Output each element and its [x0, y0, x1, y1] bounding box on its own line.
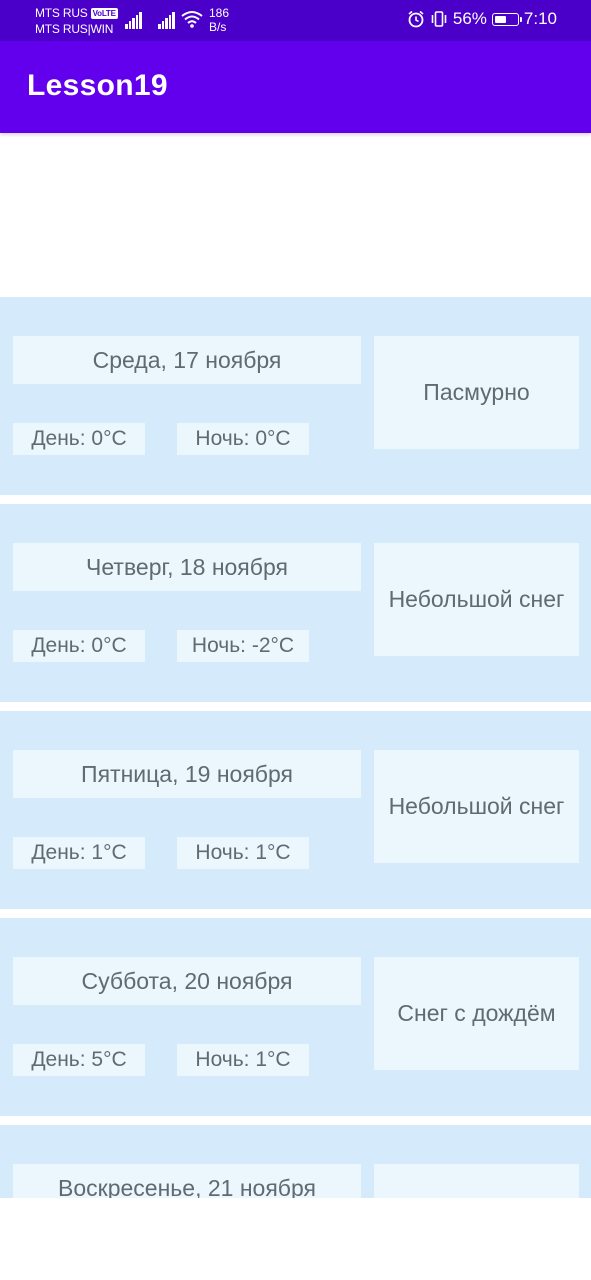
carrier-1: MTS RUS	[35, 6, 88, 20]
vibrate-icon	[430, 10, 448, 28]
app-title: Lesson19	[27, 69, 168, 102]
forecast-date: Суббота, 20 ноября	[13, 957, 361, 1005]
forecast-date: Пятница, 19 ноября	[13, 750, 361, 798]
navigation-bar	[0, 1198, 591, 1280]
night-temperature: Ночь: 1°C	[177, 1044, 309, 1076]
carrier-2: MTS RUS|WIN	[35, 22, 114, 36]
volte-icon: VoLTE	[90, 7, 118, 19]
forecast-date: Среда, 17 ноября	[13, 336, 361, 384]
speed-value: 186	[209, 6, 230, 20]
night-temperature: Ночь: 0°C	[177, 423, 309, 455]
night-temperature: Ночь: 1°C	[177, 837, 309, 869]
forecast-date: Четверг, 18 ноября	[13, 543, 361, 591]
weather-condition: Небольшой снег	[374, 750, 579, 863]
weather-condition: Небольшой снег	[374, 543, 579, 656]
status-bar: MTS RUS VoLTE MTS RUS|WIN 186 B/s 56% 7:…	[0, 0, 591, 41]
alarm-icon	[407, 10, 425, 28]
day-temperature: День: 1°C	[13, 837, 145, 869]
clock: 7:10	[523, 9, 557, 28]
speed-unit: B/s	[209, 20, 227, 34]
forecast-scroll-view[interactable]: Среда, 17 ноября День: 0°C Ночь: 0°C Пасмур…	[0, 133, 591, 1198]
day-temperature: День: 0°C	[13, 423, 145, 455]
battery-icon	[491, 12, 522, 26]
forecast-card[interactable]: Четверг, 18 ноября День: 0°C Ночь: -2°C Неб…	[0, 504, 591, 702]
forecast-list: Среда, 17 ноября День: 0°C Ночь: 0°C Пасмур…	[0, 297, 591, 1198]
app-bar: Lesson19	[0, 41, 591, 133]
night-temperature: Ночь: -2°C	[177, 630, 309, 662]
weather-condition	[374, 1164, 579, 1198]
weather-condition: Снег с дождём	[374, 957, 579, 1070]
carrier-info: MTS RUS VoLTE MTS RUS|WIN	[35, 5, 118, 37]
network-speed: 186 B/s	[209, 6, 229, 34]
forecast-card[interactable]: Среда, 17 ноября День: 0°C Ночь: 0°C Пасмур…	[0, 297, 591, 495]
battery-percent: 56%	[452, 9, 487, 28]
signal-icon	[158, 11, 176, 29]
day-temperature: День: 0°C	[13, 630, 145, 662]
forecast-card[interactable]: Пятница, 19 ноября День: 1°C Ночь: 1°C Небо…	[0, 711, 591, 909]
wifi-icon	[181, 10, 203, 33]
status-right: 56% 7:10	[402, 9, 557, 29]
signal-icon	[125, 11, 143, 29]
weather-condition: Пасмурно	[374, 336, 579, 449]
forecast-card[interactable]: Воскресенье, 21 ноября	[0, 1125, 591, 1198]
forecast-card[interactable]: Суббота, 20 ноября День: 5°C Ночь: 1°C Снег…	[0, 918, 591, 1116]
forecast-date: Воскресенье, 21 ноября	[13, 1164, 361, 1198]
day-temperature: День: 5°C	[13, 1044, 145, 1076]
